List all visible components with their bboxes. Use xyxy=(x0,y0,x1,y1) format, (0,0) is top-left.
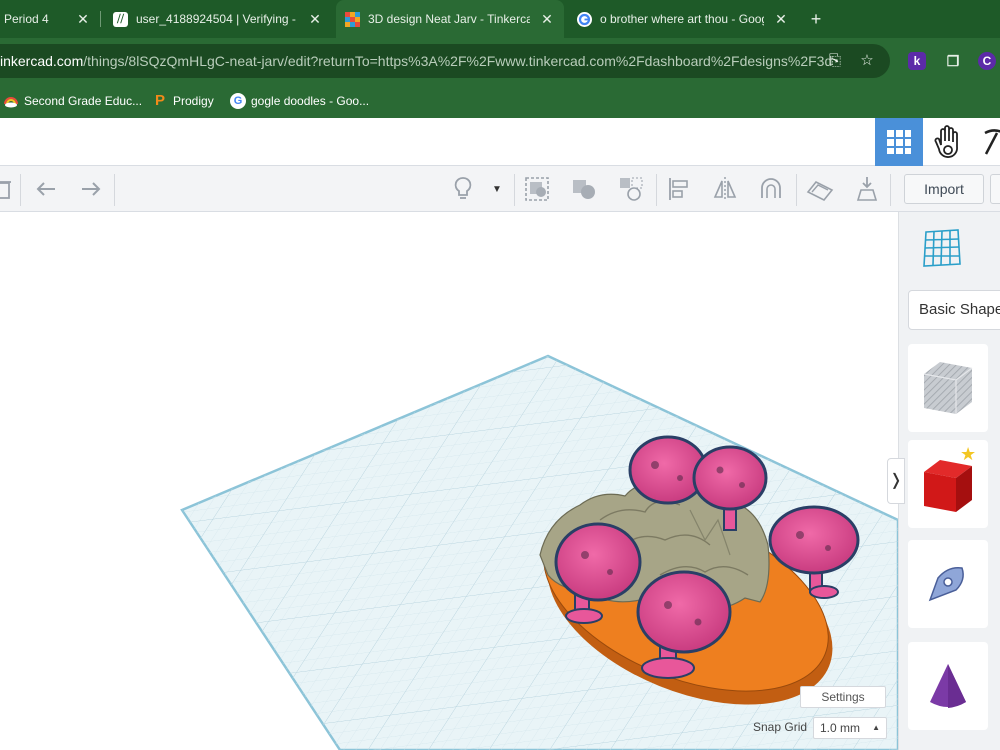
toolbar-divider xyxy=(514,174,515,206)
tinkercad-editor-window: Period 4 ✕ ⧸⧸ user_4188924504 | Verifyin… xyxy=(0,0,1000,750)
undo-icon[interactable] xyxy=(31,174,61,204)
close-icon[interactable]: ✕ xyxy=(773,11,789,27)
toolbar-divider xyxy=(20,174,21,206)
redo-icon[interactable] xyxy=(76,174,106,204)
favorite-star-icon: ★ xyxy=(960,444,977,464)
chevron-up-icon: ▲ xyxy=(872,723,880,732)
export-button[interactable] xyxy=(990,174,1000,204)
toolbar-divider xyxy=(796,174,797,206)
workplane-scene xyxy=(180,354,898,750)
tinkercad-header xyxy=(0,118,1000,166)
tab-tinkercad[interactable]: 3D design Neat Jarv - Tinkercad ✕ xyxy=(336,0,564,38)
toolbar-divider xyxy=(656,174,657,206)
tab-title: 3D design Neat Jarv - Tinkercad xyxy=(368,12,530,26)
bookmark-label: Second Grade Educ... xyxy=(24,94,143,108)
tab-google-search[interactable]: o brother where art thou - Goog ✕ xyxy=(568,0,798,38)
flip-icon[interactable] xyxy=(805,174,835,204)
kami-extension-icon[interactable]: k xyxy=(908,52,926,70)
solid-hole-icon[interactable] xyxy=(616,174,646,204)
workplane-viewport[interactable] xyxy=(0,212,898,750)
chevron-down-icon[interactable]: ▼ xyxy=(482,174,512,204)
group-icon[interactable] xyxy=(522,174,552,204)
url-text: inkercad.com/things/8lSQzQmHLgC-neat-jar… xyxy=(0,53,832,69)
ungroup-icon[interactable] xyxy=(569,174,599,204)
profile-avatar[interactable]: C xyxy=(978,52,996,70)
snap-grid-value: 1.0 mm xyxy=(820,721,861,735)
close-icon[interactable]: ✕ xyxy=(75,11,91,27)
tab-title: Period 4 xyxy=(4,12,49,26)
delete-icon[interactable] xyxy=(0,174,18,204)
tab-divider xyxy=(100,11,101,27)
tab-period-4[interactable]: Period 4 ✕ xyxy=(0,0,100,38)
tab-title: o brother where art thou - Goog xyxy=(600,12,764,26)
align-icon[interactable] xyxy=(664,174,694,204)
extensions-icon[interactable]: ❐ xyxy=(944,52,962,70)
browser-toolbar: inkercad.com/things/8lSQzQmHLgC-neat-jar… xyxy=(0,38,1000,84)
toolbar-divider xyxy=(114,174,115,206)
pickaxe-icon[interactable] xyxy=(972,118,1000,166)
editor-toolbar: ▼ Import xyxy=(0,166,1000,212)
google-icon: G xyxy=(230,93,246,109)
instructables-favicon-icon: ⧸⧸ xyxy=(113,12,128,27)
shape-box[interactable]: ★ xyxy=(908,440,988,528)
shape-category-dropdown[interactable]: Basic Shapes xyxy=(908,290,1000,330)
snap-grid-label: Snap Grid xyxy=(753,720,808,734)
lightbulb-icon[interactable] xyxy=(448,174,478,204)
tinkercad-favicon-icon xyxy=(345,12,360,27)
hand-icon[interactable] xyxy=(924,118,972,166)
rainbow-cloud-icon xyxy=(3,93,19,109)
bookmark-google-doodles[interactable]: G gogle doodles - Goo... xyxy=(230,91,369,111)
workplane-settings-button[interactable]: Settings xyxy=(800,686,886,708)
bookmark-prodigy[interactable]: P Prodigy xyxy=(152,91,214,111)
bookmarks-bar: Second Grade Educ... P Prodigy G gogle d… xyxy=(0,84,1000,118)
grid-view-icon[interactable] xyxy=(875,118,923,166)
new-tab-button[interactable]: + xyxy=(806,9,826,29)
bookmark-star-icon[interactable]: ☆ xyxy=(858,52,876,70)
install-app-icon[interactable]: ⎘ xyxy=(826,52,844,70)
browser-tab-strip: Period 4 ✕ ⧸⧸ user_4188924504 | Verifyin… xyxy=(0,0,1000,38)
prodigy-icon: P xyxy=(154,92,165,109)
bookmark-label: gogle doodles - Goo... xyxy=(251,94,370,108)
url-host: inkercad.com xyxy=(0,53,84,69)
address-bar[interactable]: inkercad.com/things/8lSQzQmHLgC-neat-jar… xyxy=(0,44,890,78)
snap-grid-select[interactable]: 1.0 mm ▲ xyxy=(813,717,887,739)
tab-verifying[interactable]: ⧸⧸ user_4188924504 | Verifying - I ✕ xyxy=(104,0,332,38)
mirror-icon[interactable] xyxy=(710,174,740,204)
close-icon[interactable]: ✕ xyxy=(307,11,323,27)
bookmark-second-grade[interactable]: Second Grade Educ... xyxy=(3,91,142,111)
drop-icon[interactable] xyxy=(852,174,882,204)
close-icon[interactable]: ✕ xyxy=(539,11,555,27)
shape-scribble[interactable] xyxy=(908,540,988,628)
cruise-icon[interactable] xyxy=(756,174,786,204)
tab-title: user_4188924504 | Verifying - I xyxy=(136,12,296,26)
google-favicon-icon xyxy=(577,12,592,27)
panel-collapse-button[interactable]: ❭ xyxy=(887,458,905,504)
workplane-icon[interactable] xyxy=(920,226,964,270)
import-button[interactable]: Import xyxy=(904,174,984,204)
toolbar-divider xyxy=(890,174,891,206)
bookmark-label: Prodigy xyxy=(173,94,214,108)
shape-cone[interactable] xyxy=(908,642,988,730)
url-path: /things/8lSQzQmHLgC-neat-jarv/edit?retur… xyxy=(83,53,833,69)
shape-box-hole[interactable] xyxy=(908,344,988,432)
